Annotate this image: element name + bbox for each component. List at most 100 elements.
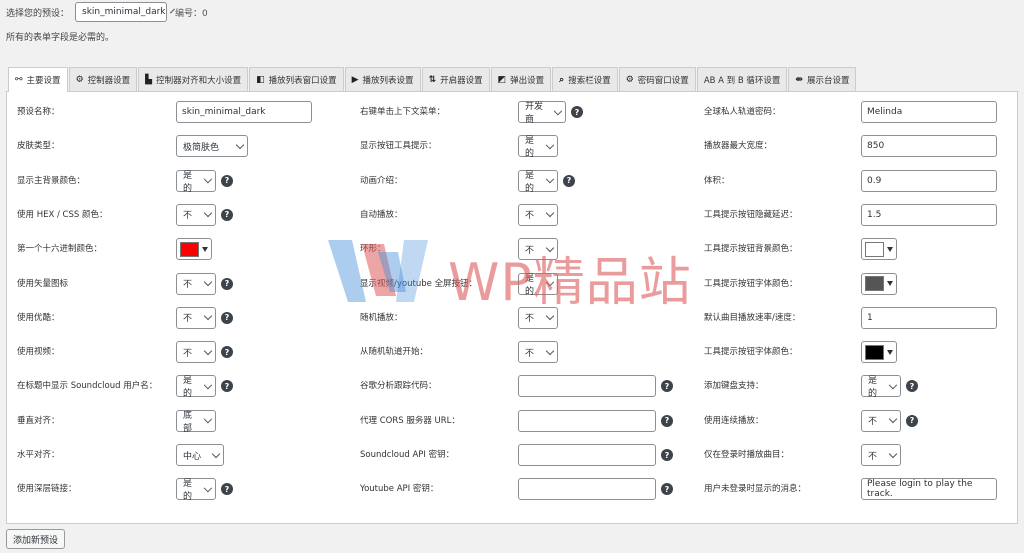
text-input[interactable]	[518, 444, 656, 466]
select-dropdown[interactable]: 不	[176, 272, 216, 295]
help-icon[interactable]: ?	[563, 174, 575, 187]
help-icon[interactable]: ?	[661, 483, 673, 496]
help-icon[interactable]: ?	[221, 174, 233, 187]
settings-row: 使用深层链接： 是的? Youtube API 密钥：? 用户未登录时显示的消息： Pl…	[7, 477, 1017, 502]
help-icon[interactable]: ?	[661, 380, 673, 393]
search-bar-icon: ⌕	[559, 74, 565, 85]
tab-3[interactable]: ◧ 播放列表窗口设置	[249, 67, 344, 91]
help-icon[interactable]: ?	[221, 311, 233, 324]
help-icon[interactable]: ?	[221, 346, 233, 359]
tab-2[interactable]: ▙ 控制器对齐和大小设置	[138, 67, 249, 91]
color-picker[interactable]	[861, 272, 897, 295]
tab-7[interactable]: ⌕ 搜索栏设置	[552, 67, 618, 91]
chevron-down-icon	[545, 346, 555, 355]
help-icon[interactable]: ?	[661, 449, 673, 461]
select-dropdown[interactable]: 开发商	[518, 101, 566, 125]
select-value: 是的	[183, 170, 193, 194]
select-dropdown[interactable]: 不	[861, 409, 901, 432]
help-icon[interactable]: ?	[221, 380, 233, 393]
tab-label: 开启器设置	[440, 75, 483, 86]
preset-select-value: skin_minimal_dark	[82, 7, 166, 17]
select-dropdown[interactable]: 不	[518, 238, 558, 261]
field-label: 预设名称：	[17, 107, 60, 117]
select-dropdown[interactable]: 极简肤色	[176, 135, 248, 158]
select-value: 中心	[183, 451, 202, 462]
sort-icon: ⇅	[428, 74, 437, 85]
field-label: 自动播放：	[360, 209, 403, 220]
field-label: Youtube API 密钥：	[360, 484, 439, 495]
tab-5[interactable]: ⇅ 开启器设置	[421, 67, 490, 91]
select-dropdown[interactable]: 不	[176, 306, 216, 329]
preset-select[interactable]: skin_minimal_dark	[75, 2, 175, 22]
help-icon[interactable]: ?	[906, 414, 918, 427]
text-input[interactable]: 850	[861, 135, 997, 158]
text-input[interactable]	[518, 409, 656, 432]
help-icon[interactable]: ?	[221, 208, 233, 221]
main-settings-content: 预设名称： skin_minimal_dark 右键单击上下文菜单： 开发商? 全球私人…	[6, 91, 1018, 524]
select-dropdown[interactable]: 是的	[176, 169, 216, 194]
text-input[interactable]	[518, 375, 656, 398]
settings-row: 使用 HEX / CSS 颜色： 不? 自动播放： 不 工具提示按钮隐藏延迟： 1.5	[7, 203, 1017, 227]
field-label: 显示视频/youtube 全屏按钮：	[360, 278, 478, 289]
select-value: 不	[183, 211, 193, 222]
text-input[interactable]: 1	[861, 306, 997, 329]
field-label: Soundcloud API 密钥：	[360, 450, 455, 460]
field-control: 是的?	[176, 478, 233, 502]
select-dropdown[interactable]: 是的	[176, 375, 216, 400]
chevron-down-icon	[204, 175, 213, 184]
text-input[interactable]: 1.5	[861, 203, 997, 226]
select-value: 是的	[525, 170, 535, 194]
text-input[interactable]: Melinda	[861, 101, 997, 123]
select-value: 是的	[183, 376, 193, 400]
select-dropdown[interactable]: 不	[518, 341, 558, 364]
color-picker[interactable]	[861, 341, 897, 364]
caret-down-icon	[887, 246, 893, 252]
select-dropdown[interactable]: 中心	[176, 444, 224, 466]
help-icon[interactable]: ?	[221, 277, 233, 290]
settings-row: 垂直对齐： 底部 代理 CORS 服务器 URL：? 使用连续播放： 不?	[7, 409, 1017, 434]
color-swatch	[865, 276, 884, 291]
select-dropdown[interactable]: 不	[176, 341, 216, 364]
select-dropdown[interactable]: 是的	[518, 272, 558, 297]
select-dropdown[interactable]: 不	[518, 203, 558, 226]
help-icon[interactable]: ?	[906, 380, 918, 393]
select-dropdown[interactable]: 不	[176, 203, 216, 226]
color-picker[interactable]	[861, 238, 897, 261]
color-picker[interactable]	[176, 238, 212, 261]
field-control: 850	[861, 135, 997, 158]
select-dropdown[interactable]: 是的	[518, 169, 558, 194]
text-input[interactable]	[518, 478, 656, 501]
tab-4[interactable]: ▶ 播放列表设置	[344, 67, 421, 91]
select-dropdown[interactable]: 不	[518, 306, 558, 329]
field-label: 使用视频：	[17, 347, 60, 358]
tab-10[interactable]: ⇼ 展示台设置	[788, 67, 857, 91]
field-control: 极简肤色	[176, 135, 248, 158]
select-dropdown[interactable]: 是的	[176, 478, 216, 502]
help-icon[interactable]: ?	[661, 414, 673, 427]
help-icon[interactable]: ?	[571, 106, 583, 118]
tab-label: 展示台设置	[806, 75, 850, 86]
field-label: 随机播放：	[360, 312, 403, 323]
tab-label: 播放列表设置	[362, 75, 414, 86]
field-control: ?	[518, 409, 673, 432]
tab-9[interactable]: AB A 到 B 循环设置	[696, 67, 788, 91]
text-input[interactable]: skin_minimal_dark	[176, 101, 312, 123]
tab-1[interactable]: ⚙ 控制器设置	[68, 67, 138, 91]
tab-8[interactable]: ⚙ 密码窗口设置	[618, 67, 696, 91]
text-input[interactable]: Please login to play the track.	[861, 478, 997, 501]
tab-6[interactable]: ◩ 弹出设置	[490, 67, 552, 91]
text-input[interactable]: 0.9	[861, 169, 997, 192]
select-dropdown[interactable]: 不	[861, 444, 901, 466]
select-dropdown[interactable]: 是的	[861, 375, 901, 399]
gear-icon: ⚙	[75, 74, 84, 85]
field-label: 显示按钮工具提示：	[360, 141, 437, 152]
tab-label: 弹出设置	[510, 75, 545, 86]
tab-0[interactable]: ⚯ 主要设置	[8, 67, 68, 92]
help-icon[interactable]: ?	[221, 483, 233, 496]
select-dropdown[interactable]: 是的	[518, 135, 558, 159]
add-new-preset-button[interactable]: 添加新预设	[6, 529, 66, 549]
field-control: 中心	[176, 444, 224, 466]
field-control: 是的	[518, 135, 558, 159]
select-dropdown[interactable]: 底部	[176, 409, 216, 434]
password-gear-icon: ⚙	[625, 74, 634, 85]
